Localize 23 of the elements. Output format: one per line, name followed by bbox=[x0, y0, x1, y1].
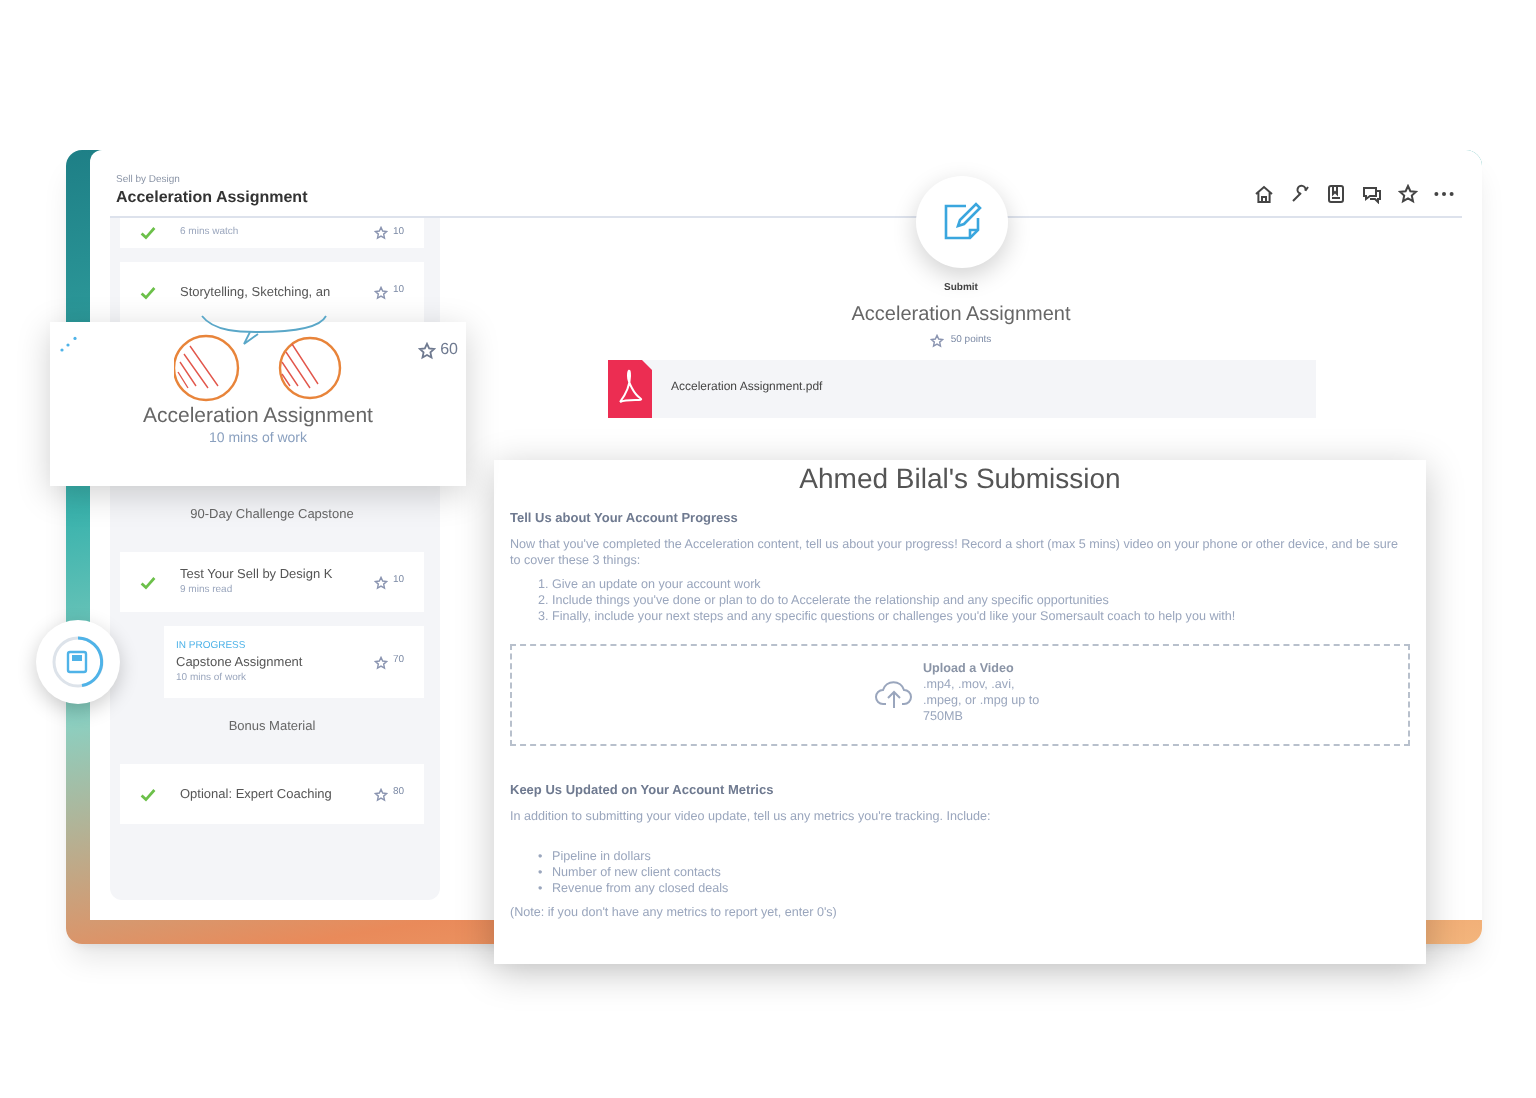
star-icon bbox=[374, 285, 389, 299]
submission-title: Ahmed Bilal's Submission bbox=[797, 462, 1123, 494]
progress-ring-icon bbox=[50, 634, 106, 690]
star-icon bbox=[930, 334, 945, 349]
assignment-title: Acceleration Assignment bbox=[851, 302, 1071, 330]
submit-button[interactable] bbox=[915, 176, 1007, 268]
edit-icon bbox=[939, 200, 983, 244]
star-icon[interactable] bbox=[1398, 184, 1418, 204]
cloud-upload-icon bbox=[873, 678, 913, 711]
lesson-title: Acceleration Assignment bbox=[143, 404, 373, 430]
home-icon[interactable] bbox=[1254, 184, 1274, 204]
pdf-icon bbox=[607, 359, 651, 417]
more-icon[interactable] bbox=[1434, 190, 1454, 198]
dots-icon bbox=[60, 336, 78, 352]
star-icon bbox=[374, 226, 389, 240]
star-icon bbox=[374, 787, 389, 801]
chat-icon[interactable] bbox=[1362, 184, 1382, 204]
star-icon bbox=[374, 575, 389, 589]
notebook-icon[interactable] bbox=[1326, 184, 1346, 204]
page-title: Acceleration Assignment bbox=[116, 188, 308, 208]
star-icon bbox=[374, 655, 389, 669]
points-label: 60 bbox=[440, 338, 458, 362]
star-icon bbox=[418, 341, 437, 359]
